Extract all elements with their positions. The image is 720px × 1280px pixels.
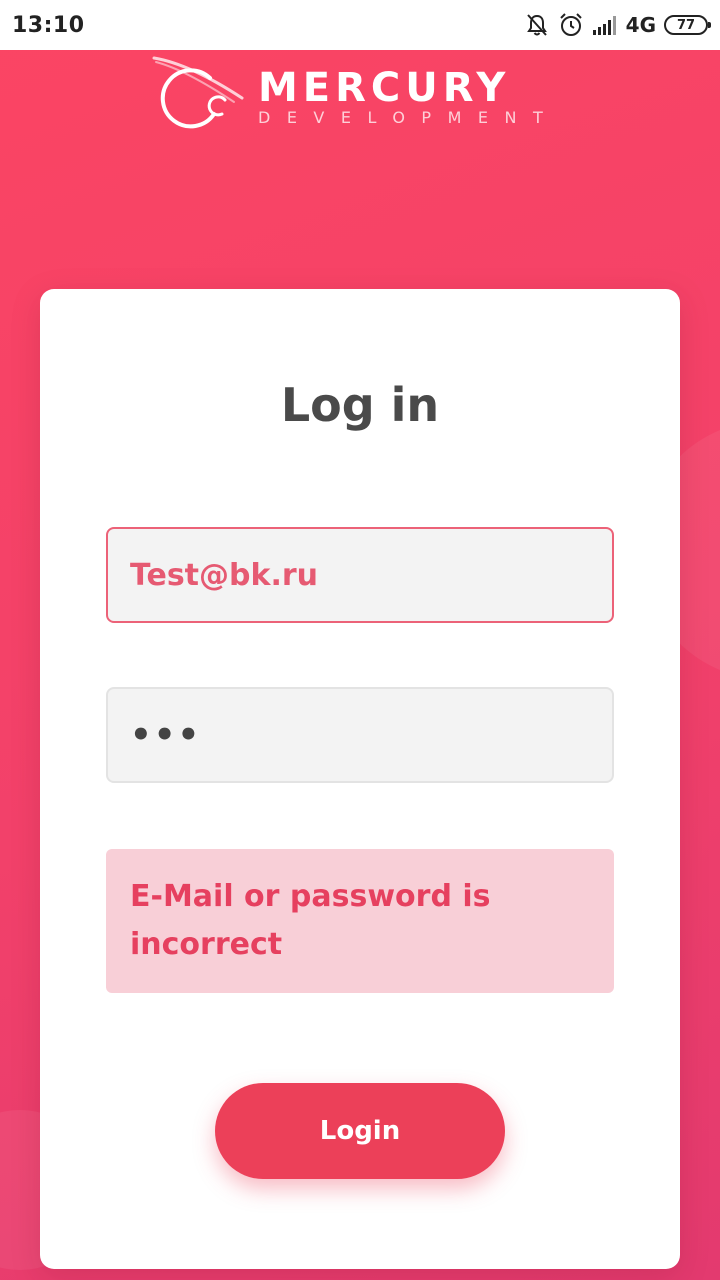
logo-tagline: DEVELOPMENT [258, 108, 560, 127]
bell-off-icon [524, 12, 550, 38]
status-time: 13:10 [12, 12, 85, 38]
planet-ring-icon [152, 56, 244, 129]
status-bar: 13:10 4G 77 [0, 0, 720, 50]
password-input[interactable]: ••• [106, 687, 614, 783]
brand-logo: MERCURY DEVELOPMENT [150, 54, 580, 134]
network-type: 4G [625, 13, 656, 37]
login-screen: 13:10 4G 77 MERCURY DEVELOPMENT Log in T… [0, 0, 720, 1280]
logo-wordmark: MERCURY [258, 65, 511, 111]
error-message: E-Mail or password is incorrect [106, 849, 614, 993]
signal-icon [592, 14, 620, 36]
error-message-text: E-Mail or password is incorrect [130, 879, 491, 962]
alarm-icon [558, 12, 584, 38]
email-input-value: Test@bk.ru [130, 557, 318, 593]
login-button-label: Login [319, 1116, 401, 1146]
page-title: Log in [280, 378, 440, 432]
login-button[interactable]: Login [215, 1083, 505, 1179]
password-input-value: ••• [130, 715, 202, 755]
battery-icon: 77 [664, 15, 711, 35]
battery-level: 77 [676, 17, 696, 33]
email-input[interactable]: Test@bk.ru [106, 527, 614, 623]
status-icons: 4G 77 [524, 12, 711, 38]
